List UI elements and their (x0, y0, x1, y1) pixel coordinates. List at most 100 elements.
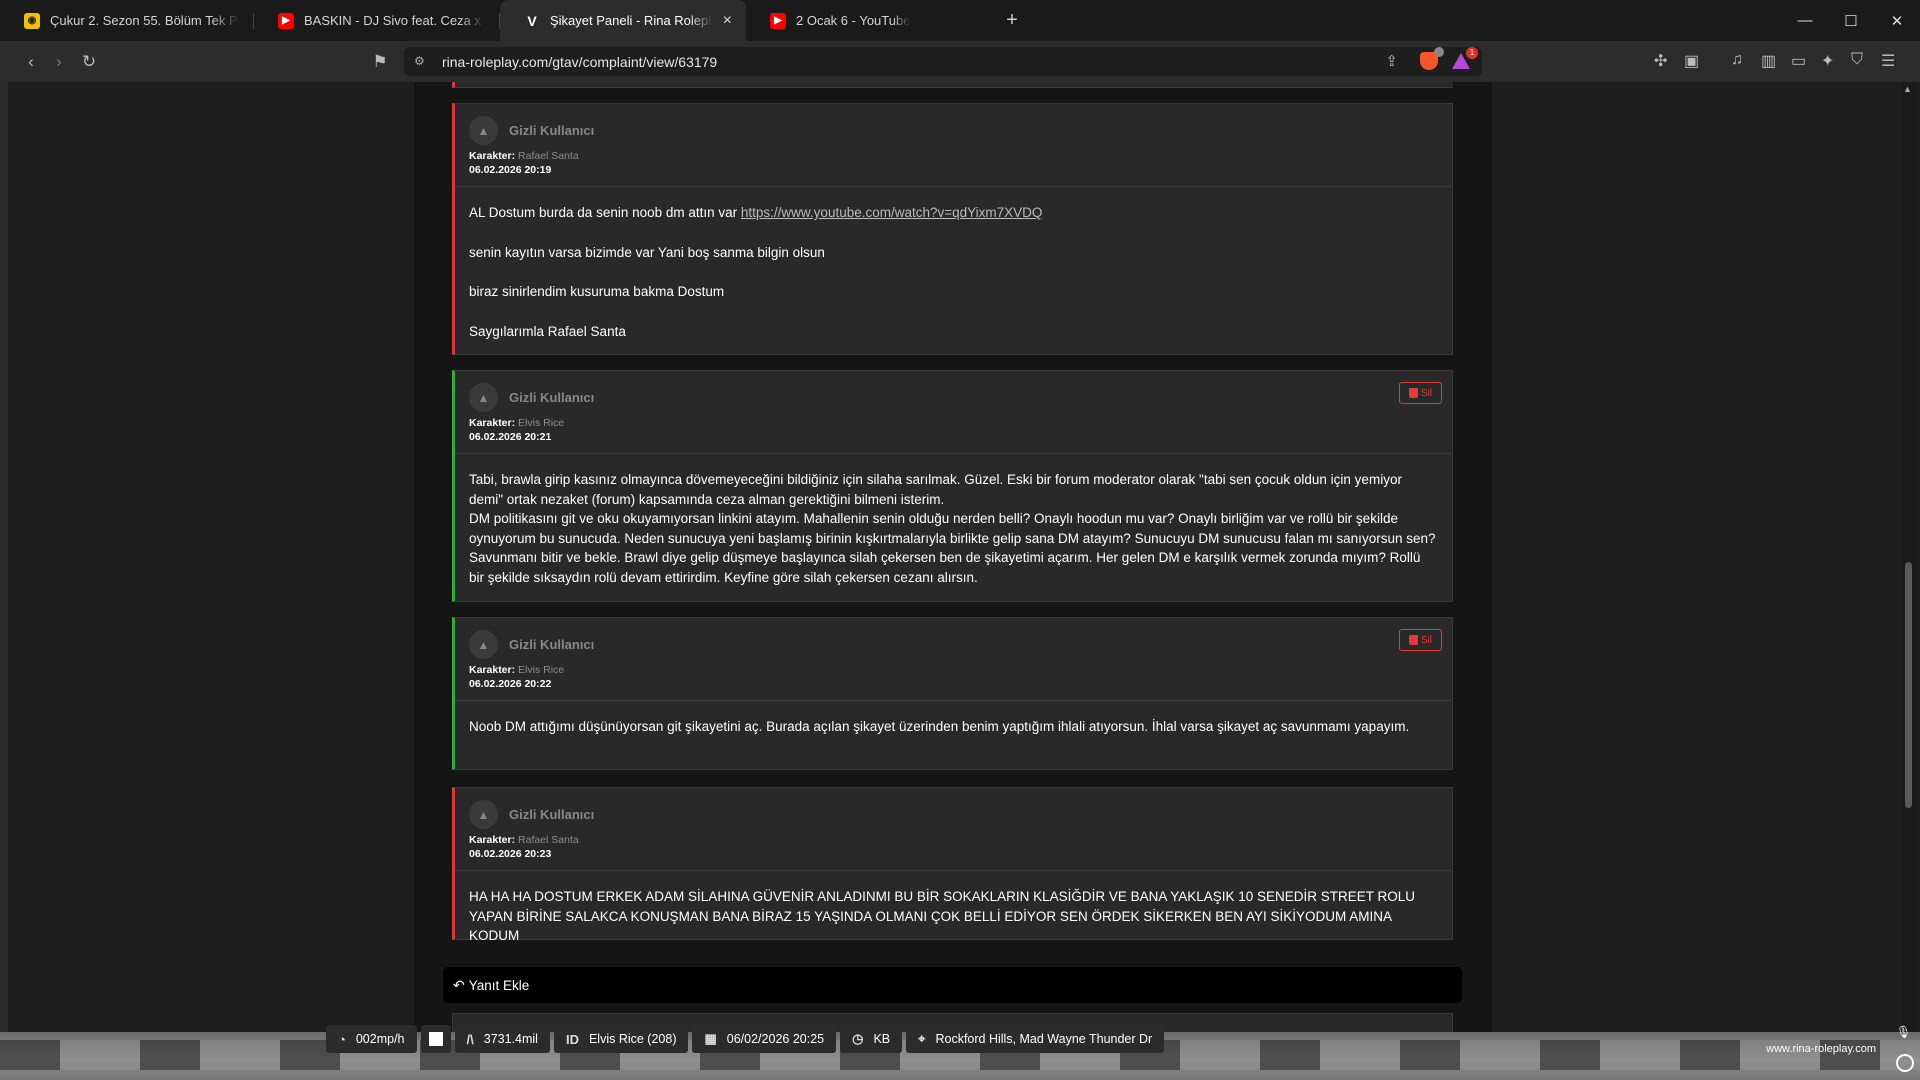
hud-location: ⌖ Rockford Hills, Mad Wayne Thunder Dr (906, 1025, 1165, 1053)
scroll-up-arrow-icon[interactable]: ▲ (1903, 84, 1912, 94)
hud-speed: ◔ 002mp/h (326, 1025, 417, 1053)
delete-label: Sil (1420, 634, 1432, 646)
bookmark-icon[interactable]: ⚑ (369, 51, 391, 73)
post-date: 06.02.2026 20:21 (469, 431, 552, 443)
address-bar[interactable]: ⚙ rina-roleplay.com/gtav/complaint/view/… (404, 47, 1482, 76)
post-text: Noob DM attığımı düşünüyorsan git şikaye… (469, 719, 1410, 734)
microphone-icon: 🎙 (1896, 1025, 1912, 1039)
post-header: ▲ Gizli Kullanıcı Karakter: Rafael Santa… (455, 788, 1452, 871)
game-hud: ◔ 002mp/h /\ 3731.4mil ID Elvis Rice (20… (326, 1025, 1165, 1053)
datetime-value: 06/02/2026 20:25 (726, 1032, 825, 1046)
location-pin-icon: ⌖ (918, 1031, 926, 1046)
youtube-link[interactable]: https://www.youtube.com/watch?v=qdYixm7X… (741, 205, 1043, 220)
post-body: AL Dostum burda da senin noob dm attın v… (455, 187, 1452, 355)
tab-baskin[interactable]: ▶ BASKIN - DJ Sivo feat. Ceza x Gazapi (254, 0, 500, 41)
youtube-icon: ▶ (770, 12, 786, 29)
delete-button[interactable]: Sil (1398, 629, 1442, 651)
post-character: Karakter: Elvis Rice (469, 664, 1438, 676)
record-icon (1896, 1054, 1914, 1072)
browser-toolbar: ‹ › ↻ ⚑ ⚙ rina-roleplay.com/gtav/complai… (0, 41, 1920, 82)
trash-icon (1408, 388, 1418, 398)
post-header: ▲ Gizli Kullanıcı Karakter: Rafael Santa… (455, 104, 1452, 187)
tab-sikayet-paneli[interactable]: V Şikayet Paneli - Rina Roleplay GT × (500, 0, 746, 41)
post-date: 06.02.2026 20:23 (469, 848, 552, 860)
menu-icon[interactable]: ☰ (1881, 51, 1895, 71)
post-character: Karakter: Rafael Santa (469, 834, 1438, 846)
location-value: Rockford Hills, Mad Wayne Thunder Dr (935, 1032, 1153, 1046)
add-reply-label: Yanıt Ekle (468, 977, 530, 993)
back-icon[interactable]: ‹ (20, 51, 42, 73)
character-name: Elvis Rice (518, 664, 565, 676)
trash-icon (1408, 635, 1418, 645)
id-label: ID (565, 1031, 579, 1047)
vpn-icon[interactable]: ⛉ (1851, 51, 1863, 69)
tab-title: Şikayet Paneli - Rina Roleplay GT (550, 13, 713, 28)
tab-cukur[interactable]: ◉ Çukur 2. Sezon 55. Bölüm Tek Parça F (0, 0, 254, 41)
rina-v-icon: V (527, 12, 537, 29)
character-label: Karakter: (469, 834, 516, 846)
character-name: Rafael Santa (518, 834, 579, 846)
kb-value: KB (873, 1032, 891, 1046)
delete-label: Sil (1420, 387, 1432, 399)
tab-youtube[interactable]: ▶ 2 Ocak 6 - YouTube (746, 0, 992, 41)
post-text: biraz sinirlendim kusuruma bakma Dostum (469, 284, 725, 299)
page-background-left (8, 82, 414, 1032)
share-icon[interactable]: ⇪ (1385, 52, 1398, 70)
complaint-reply-post: ▲ Gizli Kullanıcı Karakter: Rafael Santa… (452, 787, 1453, 943)
page-background-right (1492, 82, 1902, 1032)
anonymous-user-icon: ▲ (469, 116, 498, 145)
post-text: Saygılarımla Rafael Santa (469, 323, 626, 339)
post-text: HA HA HA DOSTUM ERKEK ADAM SİLAHINA GÜVE… (469, 889, 1416, 943)
scrollbar-thumb[interactable] (1905, 562, 1912, 808)
add-reply-button[interactable]: ↶ Yanıt Ekle (443, 967, 1462, 1003)
post-header: ▲ Gizli Kullanıcı Karakter: Elvis Rice 0… (455, 618, 1452, 701)
youtube-icon: ▶ (278, 12, 294, 29)
compass-icon: ◷ (852, 1031, 864, 1046)
anonymous-user-icon: ▲ (469, 800, 498, 829)
post-character: Karakter: Elvis Rice (469, 417, 1438, 429)
character-name: Rafael Santa (518, 150, 579, 162)
reply-arrow-icon: ↶ (453, 976, 465, 993)
browser-tab-bar: ◉ Çukur 2. Sezon 55. Bölüm Tek Parça F ▶… (0, 0, 1920, 41)
road-icon: /\ (466, 1031, 474, 1047)
post-username: Gizli Kullanıcı (509, 807, 595, 822)
left-edge-strip (0, 82, 8, 1032)
reload-icon[interactable]: ↻ (78, 51, 100, 73)
character-name: Elvis Rice (518, 417, 565, 429)
forward-icon[interactable]: › (48, 51, 70, 73)
screenshot-icon[interactable]: ▣ (1684, 51, 1699, 71)
previous-post-bottom (452, 82, 1453, 88)
close-window-icon[interactable]: ✕ (1874, 0, 1920, 41)
post-date: 06.02.2026 20:22 (469, 678, 552, 690)
tab-close-icon[interactable]: × (723, 12, 732, 30)
post-character: Karakter: Rafael Santa (469, 150, 1438, 162)
hud-mileage: /\ 3731.4mil (454, 1025, 550, 1053)
minimize-icon[interactable]: — (1782, 0, 1828, 41)
post-text: Tabi, brawla girip kasınız olmayınca döv… (469, 472, 1402, 507)
hud-datetime: ▦ 06/02/2026 20:25 (692, 1025, 837, 1053)
speed-value: 002mp/h (355, 1032, 405, 1046)
new-tab-button[interactable]: + (992, 0, 1032, 41)
page-scrollbar[interactable] (1902, 82, 1916, 1032)
cukur-icon: ◉ (24, 12, 40, 29)
complaint-reply-post: ▲ Gizli Kullanıcı Karakter: Rafael Santa… (452, 103, 1453, 355)
leo-ai-icon[interactable]: ✦ (1821, 51, 1834, 71)
sidebar-icon[interactable]: ▥ (1761, 51, 1776, 71)
post-username: Gizli Kullanıcı (509, 390, 595, 405)
calendar-icon: ▦ (704, 1031, 717, 1046)
delete-button[interactable]: Sil (1398, 382, 1442, 404)
url-text[interactable]: rina-roleplay.com/gtav/complaint/view/63… (442, 54, 717, 70)
speedometer-icon: ◔ (338, 1031, 346, 1047)
wallet-icon[interactable]: ▭ (1791, 51, 1806, 71)
window-controls: — ☐ ✕ (1782, 0, 1920, 41)
post-body: Noob DM attığımı düşünüyorsan git şikaye… (455, 701, 1452, 751)
tab-title: BASKIN - DJ Sivo feat. Ceza x Gazapi (304, 13, 486, 28)
post-username: Gizli Kullanıcı (509, 637, 595, 652)
maximize-icon[interactable]: ☐ (1828, 0, 1874, 41)
media-icon[interactable]: ♫ (1731, 51, 1743, 69)
mileage-value: 3731.4mil (483, 1032, 538, 1046)
post-text: senin kayıtın varsa bizimde var Yani boş… (469, 244, 825, 260)
complaint-reply-post: ▲ Gizli Kullanıcı Karakter: Elvis Rice 0… (452, 617, 1453, 770)
extensions-icon[interactable]: ✣ (1654, 51, 1667, 71)
site-settings-icon[interactable]: ⚙ (414, 54, 428, 68)
